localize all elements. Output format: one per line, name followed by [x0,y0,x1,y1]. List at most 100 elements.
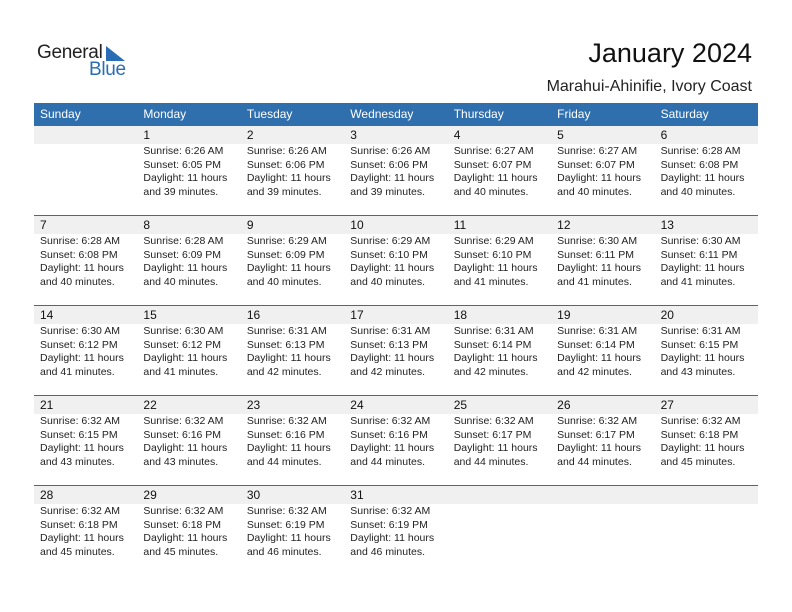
day-number: 3 [350,128,357,142]
sunset-time: Sunset: 6:14 PM [453,338,532,351]
daylight-duration: Daylight: 11 hours [350,262,435,274]
weekday-friday: Friday [557,107,591,121]
daylight-duration: Daylight: 11 hours [40,532,124,544]
day-number: 20 [660,308,674,322]
day-info-row: Sunrise: 6:30 AM Sunset: 6:12 PM Daylight:… [34,324,758,379]
sunset-time: Sunset: 6:12 PM [143,338,222,351]
day-cell: Sunrise: 6:31 AM Sunset: 6:14 PM Daylight:… [448,324,551,379]
sunrise-time: Sunrise: 6:32 AM [40,415,120,427]
day-number [655,486,758,504]
day-cell: Sunrise: 6:32 AM Sunset: 6:19 PM Daylight:… [241,504,344,559]
calendar-weeks: 1 2 3 4 5 6 Sunrise: 6:26 AM Sunset: 6:05 PM Day… [34,126,758,575]
sunset-time: Sunset: 6:12 PM [40,338,118,351]
day-number-row: 28 29 30 31 [34,486,758,504]
daylight-duration: and 44 minutes. [557,455,632,468]
daylight-duration: Daylight: 11 hours [660,442,745,454]
sunset-time: Sunset: 6:13 PM [246,338,325,351]
day-info-row: Sunrise: 6:28 AM Sunset: 6:08 PM Daylight:… [34,234,758,289]
daylight-duration: and 45 minutes. [40,545,115,558]
daylight-duration: and 44 minutes. [453,455,529,468]
weekday-monday: Monday [143,107,187,121]
day-number: 6 [660,128,668,142]
sunset-time: Sunset: 6:05 PM [143,158,222,171]
daylight-duration: and 42 minutes. [246,365,322,378]
calendar: Sunday Monday Tuesday Wednesday Thursday… [34,103,758,575]
sunrise-time: Sunrise: 6:29 AM [453,235,534,247]
sunrise-time: Sunrise: 6:32 AM [143,415,224,427]
day-number: 1 [143,128,151,142]
sunrise-time: Sunrise: 6:28 AM [143,235,224,247]
sunrise-time: Sunrise: 6:27 AM [453,145,534,157]
day-cell: Sunrise: 6:32 AM Sunset: 6:15 PM Daylight:… [34,414,137,469]
sunset-time: Sunset: 6:07 PM [557,158,635,171]
day-number: 19 [557,308,571,322]
weekday-saturday: Saturday [660,107,709,121]
sunrise-time: Sunrise: 6:31 AM [660,325,741,337]
day-cell: Sunrise: 6:32 AM Sunset: 6:19 PM Daylight:… [344,504,447,559]
day-number: 17 [350,308,364,322]
calendar-week: 21 22 23 24 25 26 27 Sunrise: 6:32 AM Sunset: 6:… [34,395,758,485]
daylight-duration: Daylight: 11 hours [453,442,538,454]
sunset-time: Sunset: 6:19 PM [350,518,428,531]
daylight-duration: Daylight: 11 hours [246,172,331,184]
daylight-duration: Daylight: 11 hours [143,442,228,454]
sunset-time: Sunset: 6:17 PM [557,428,635,441]
daylight-duration: and 41 minutes. [660,275,736,288]
sunset-time: Sunset: 6:15 PM [660,338,739,351]
sunset-time: Sunset: 6:16 PM [246,428,325,441]
daylight-duration: Daylight: 11 hours [453,262,538,274]
day-cell: Sunrise: 6:30 AM Sunset: 6:12 PM Daylight:… [137,324,240,379]
daylight-duration: and 41 minutes. [143,365,219,378]
sunrise-time: Sunrise: 6:32 AM [350,415,431,427]
day-cell: Sunrise: 6:31 AM Sunset: 6:14 PM Daylight:… [551,324,654,379]
day-cell: Sunrise: 6:32 AM Sunset: 6:18 PM Daylight:… [137,504,240,559]
daylight-duration: and 40 minutes. [453,185,529,198]
day-cell: Sunrise: 6:31 AM Sunset: 6:13 PM Daylight:… [344,324,447,379]
day-cell: Sunrise: 6:31 AM Sunset: 6:13 PM Daylight:… [241,324,344,379]
day-number-row: 21 22 23 24 25 26 27 [34,396,758,414]
day-number: 10 [350,218,364,232]
daylight-duration: and 40 minutes. [350,275,425,288]
sunrise-time: Sunrise: 6:32 AM [557,415,638,427]
sunrise-time: Sunrise: 6:30 AM [660,235,741,247]
sunrise-time: Sunrise: 6:32 AM [453,415,534,427]
daylight-duration: Daylight: 11 hours [557,352,641,364]
day-number: 29 [143,488,157,502]
location-subtitle: Marahui-Ahinifie, Ivory Coast [546,78,752,95]
day-cell: Sunrise: 6:27 AM Sunset: 6:07 PM Daylight:… [551,144,654,199]
day-info-row: Sunrise: 6:32 AM Sunset: 6:18 PM Daylight:… [34,504,758,559]
day-cell: Sunrise: 6:28 AM Sunset: 6:08 PM Daylight:… [655,144,758,199]
day-cell [551,504,654,559]
sunset-time: Sunset: 6:06 PM [350,158,428,171]
daylight-duration: and 46 minutes. [350,545,425,558]
daylight-duration: Daylight: 11 hours [40,442,124,454]
sunset-time: Sunset: 6:09 PM [246,248,325,261]
day-number: 27 [660,398,674,412]
day-cell: Sunrise: 6:28 AM Sunset: 6:09 PM Daylight:… [137,234,240,289]
daylight-duration: and 43 minutes. [40,455,115,468]
day-info-row: Sunrise: 6:26 AM Sunset: 6:05 PM Daylight:… [34,144,758,199]
day-cell: Sunrise: 6:26 AM Sunset: 6:06 PM Daylight:… [344,144,447,199]
logo-blue-text: Blue [89,59,126,80]
day-number: 22 [143,398,157,412]
sunset-time: Sunset: 6:08 PM [660,158,739,171]
daylight-duration: Daylight: 11 hours [246,442,331,454]
day-number: 31 [350,488,364,502]
sunrise-time: Sunrise: 6:32 AM [660,415,741,427]
daylight-duration: and 40 minutes. [660,185,736,198]
sunrise-time: Sunrise: 6:30 AM [40,325,120,337]
day-number: 9 [246,218,254,232]
sunrise-time: Sunrise: 6:32 AM [40,505,120,517]
sunrise-time: Sunrise: 6:27 AM [557,145,638,157]
daylight-duration: Daylight: 11 hours [557,442,641,454]
day-cell: Sunrise: 6:28 AM Sunset: 6:08 PM Daylight:… [34,234,137,289]
day-info-row: Sunrise: 6:32 AM Sunset: 6:15 PM Daylight:… [34,414,758,469]
daylight-duration: and 41 minutes. [557,275,632,288]
sunrise-time: Sunrise: 6:32 AM [246,505,327,517]
logo: General Blue [37,42,137,82]
day-number: 16 [246,308,261,322]
day-number: 28 [40,488,54,502]
sunset-time: Sunset: 6:11 PM [557,248,634,261]
sunrise-time: Sunrise: 6:28 AM [660,145,741,157]
daylight-duration: and 42 minutes. [557,365,632,378]
